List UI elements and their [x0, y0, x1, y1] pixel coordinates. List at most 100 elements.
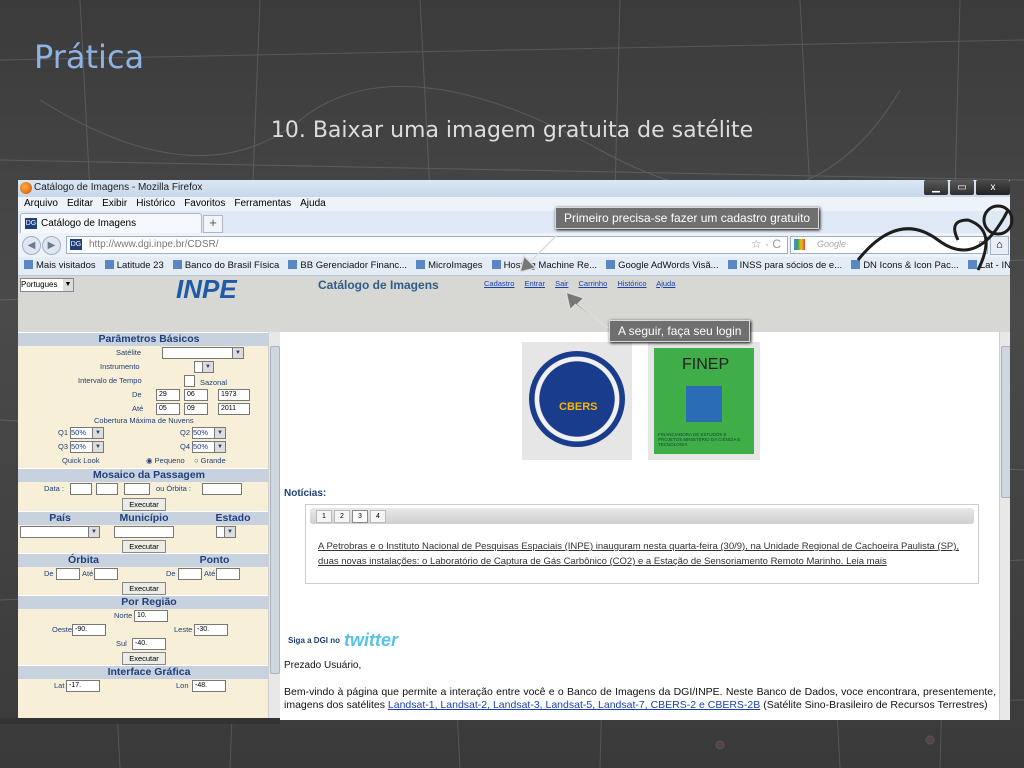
bookmark-item[interactable]: Mais visitados	[24, 257, 96, 275]
page-3[interactable]: 3	[352, 510, 368, 523]
bookmark-item[interactable]: Latitude 23	[104, 257, 164, 275]
inpe-logo[interactable]: INPE	[176, 274, 237, 305]
bookmark-item[interactable]: INSS para sócios de e...	[727, 257, 842, 275]
label-ponto-de: De	[166, 569, 176, 578]
label-instrumento: Instrumento	[100, 362, 140, 371]
radio-pequeno[interactable]: ◉ Pequeno	[146, 456, 185, 465]
language-select[interactable]: Portugues ▼	[20, 278, 74, 292]
label-leste: Leste	[174, 625, 193, 634]
link-sair[interactable]: Sair	[555, 279, 568, 288]
q2-select[interactable]: 50% ▼	[192, 427, 226, 439]
menu-editar[interactable]: Editar	[67, 197, 93, 211]
link-cadastro[interactable]: Cadastro	[484, 279, 514, 288]
greeting: Prezado Usuário,	[284, 660, 362, 671]
news-link[interactable]: A Petrobras e o Instituto Nacional de Pe…	[318, 539, 978, 569]
sidebar-scrollbar[interactable]	[268, 332, 280, 720]
executar-button[interactable]: Executar	[122, 498, 166, 511]
label-quicklook: Quick Look	[62, 456, 100, 465]
menu-ajuda[interactable]: Ajuda	[300, 197, 326, 211]
q1-select[interactable]: 50% ▼	[70, 427, 104, 439]
sul-input[interactable]: -40.	[132, 638, 166, 650]
new-tab-button[interactable]: +	[203, 215, 223, 233]
de-year-input[interactable]: 1973	[218, 389, 250, 401]
tab-catalogo[interactable]: DG Catálogo de Imagens	[20, 213, 202, 234]
link-carrinho[interactable]: Carrinho	[579, 279, 608, 288]
forward-button[interactable]: ▶	[42, 236, 61, 255]
bookmark-item[interactable]: Banco do Brasil Física	[172, 257, 279, 275]
sazonal-checkbox[interactable]	[184, 375, 195, 387]
chevron-down-icon: ▼	[214, 428, 225, 438]
bookmark-item[interactable]: BB Gerenciador Financ...	[288, 257, 407, 275]
bookmark-item[interactable]: Google AdWords Visã...	[606, 257, 719, 275]
arrow-to-entrar-icon	[564, 290, 609, 329]
link-ajuda[interactable]: Ajuda	[656, 279, 675, 288]
arrow-to-cadastro-icon	[518, 235, 557, 274]
dgi-favicon-icon: DG	[25, 218, 37, 229]
link-historico[interactable]: Histórico	[617, 279, 646, 288]
link-entrar[interactable]: Entrar	[525, 279, 545, 288]
orbita-input[interactable]	[202, 483, 242, 495]
executar-button[interactable]: Executar	[122, 540, 166, 553]
dgi-favicon-icon: DG	[70, 239, 82, 250]
de-day-input[interactable]: 29	[156, 389, 180, 401]
ponto-de-input[interactable]	[178, 568, 202, 580]
menu-exibir[interactable]: Exibir	[102, 197, 127, 211]
q3-select[interactable]: 50% ▼	[70, 441, 104, 453]
section-mosaico: Mosaico da Passagem	[18, 468, 280, 482]
page-1[interactable]: 1	[316, 510, 332, 523]
radio-grande[interactable]: ○ Grande	[194, 456, 226, 465]
oeste-input[interactable]: -90.	[72, 624, 106, 636]
norte-input[interactable]: 10.	[134, 610, 168, 622]
bookmark-icon	[416, 260, 426, 269]
back-button[interactable]: ◀	[22, 236, 41, 255]
q4-select[interactable]: 50% ▼	[192, 441, 226, 453]
label-sazonal: Sazonal	[200, 378, 228, 387]
satellite-links[interactable]: Landsat-1, Landsat-2, Landsat-3, Landsat…	[388, 699, 760, 711]
menu-favoritos[interactable]: Favoritos	[184, 197, 225, 211]
orbita-de-input[interactable]	[56, 568, 80, 580]
ate-month-input[interactable]: 09	[184, 403, 208, 415]
lat-input[interactable]: -17.	[66, 680, 100, 692]
label-nuvens: Cobertura Máxima de Nuvens	[94, 416, 194, 425]
leste-input[interactable]: -30.	[194, 624, 228, 636]
menu-arquivo[interactable]: Arquivo	[24, 197, 58, 211]
ate-year-input[interactable]: 2011	[218, 403, 250, 415]
bookmark-item[interactable]: MicroImages	[416, 257, 483, 275]
header-estado: Estado	[215, 512, 251, 524]
de-month-input[interactable]: 06	[184, 389, 208, 401]
main-content: CBERS FINEP FINANCIADORA DE ESTUDOS E PR…	[281, 332, 1010, 720]
header-municipio: Município	[119, 512, 169, 524]
executar-button[interactable]: Executar	[122, 652, 166, 665]
chevron-down-icon: ▼	[63, 279, 73, 291]
satelite-select[interactable]: ▼	[162, 347, 244, 359]
orbita-ate-input[interactable]	[94, 568, 118, 580]
data-year-input[interactable]	[124, 483, 150, 495]
page-2[interactable]: 2	[334, 510, 350, 523]
ponto-ate-input[interactable]	[216, 568, 240, 580]
tab-label: Catálogo de Imagens	[41, 218, 137, 229]
menu-ferramentas[interactable]: Ferramentas	[234, 197, 291, 211]
cbers-emblem-icon: CBERS	[529, 351, 625, 447]
bookmark-star-icon[interactable]: ☆ · C	[751, 237, 781, 251]
finep-title: FINEP	[682, 356, 730, 373]
page-4[interactable]: 4	[370, 510, 386, 523]
ate-day-input[interactable]: 05	[156, 403, 180, 415]
estado-select[interactable]: ▼	[216, 526, 236, 538]
pais-select[interactable]: ▼	[20, 526, 100, 538]
executar-button[interactable]: Executar	[122, 582, 166, 595]
bookmark-icon	[104, 260, 114, 269]
menu-historico[interactable]: Histórico	[136, 197, 175, 211]
data-day-input[interactable]	[70, 483, 92, 495]
content-scroll-thumb[interactable]	[1001, 346, 1010, 498]
twitter-follow[interactable]: Siga a DGI no twitter	[288, 630, 398, 651]
content-scrollbar[interactable]	[999, 332, 1010, 720]
lon-input[interactable]: -48.	[192, 680, 226, 692]
url-bar[interactable]: DG http://www.dgi.inpe.br/CDSR/ ☆ · C	[66, 236, 788, 254]
municipio-input[interactable]	[114, 526, 174, 538]
twitter-logo[interactable]: twitter	[344, 630, 398, 650]
search-sidebar: Parâmetros Básicos Satélite ▼ Instrumento…	[18, 332, 280, 720]
instrumento-select[interactable]: ▼	[194, 361, 214, 373]
header-orbita: Órbita	[68, 554, 99, 566]
data-month-input[interactable]	[96, 483, 118, 495]
sidebar-scroll-thumb[interactable]	[270, 346, 280, 674]
